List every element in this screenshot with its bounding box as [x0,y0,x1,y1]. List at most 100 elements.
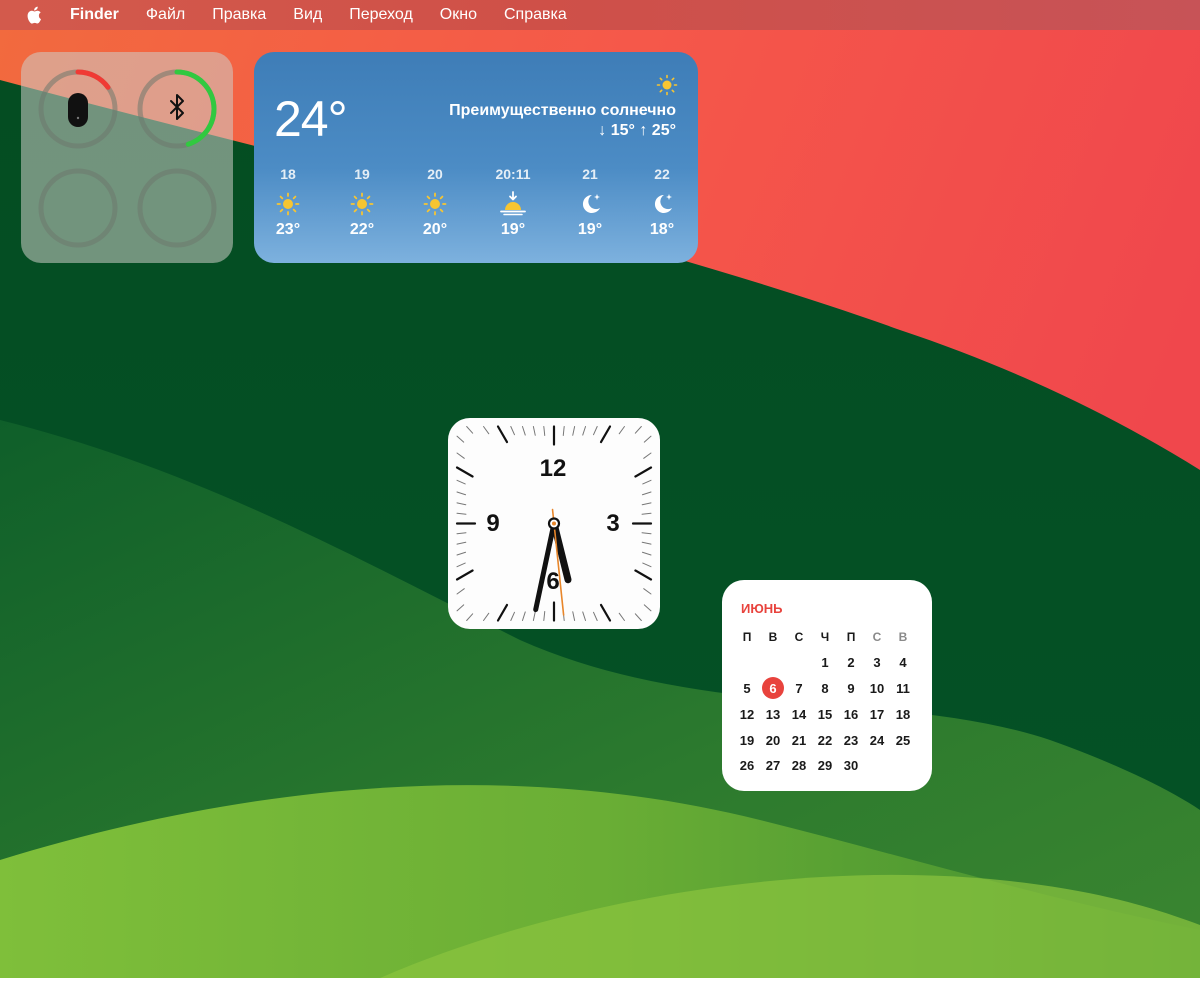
calendar-empty-cell [760,650,786,676]
calendar-day: 3 [873,655,881,671]
clock-numeral-3: 3 [606,510,619,537]
clock-minute-tick [593,611,598,621]
menu-help[interactable]: Справка [504,6,567,24]
calendar-day: 5 [743,680,751,696]
battery-ring [137,168,217,248]
apple-logo-icon-graphic [27,6,41,24]
battery-track [38,168,118,248]
hourly-time: 22 [654,166,670,182]
hourly-forecast-item: 20 20° [400,166,470,239]
sun-icon [656,74,678,96]
clock-minute-tick [466,613,474,621]
hourly-time: 20:11 [495,166,531,182]
batteries-widget[interactable] [21,52,233,263]
clock-face: 12 3 6 9 [455,425,653,622]
calendar-day: 19 [739,732,755,748]
calendar-day: 21 [791,732,807,748]
hourly-forecast-item: 18 23° [254,166,323,239]
clock-minute-tick [641,541,652,545]
calendar-today-marker: 6 [762,677,784,700]
battery-slot-empty-1 [36,166,120,250]
calendar-grid: П В С Ч П С В 1 2 3 4 5 6 7 8 9 10 11 12 13 14 15 16 17 18 19 20 21… [734,624,916,779]
clock-minute-tick [456,604,465,612]
clock-minute-tick [572,611,576,621]
moon-glyph [582,194,600,213]
calendar-day: 4 [899,655,907,671]
sun-icon [349,191,375,217]
hourly-forecast-item: 19 22° [327,166,397,239]
menu-file[interactable]: Файл [146,6,185,24]
calendar-day: 22 [817,732,833,748]
calendar-empty-cell [786,650,812,676]
clock-minute-tick [582,611,587,621]
clock-minute-tick [483,612,490,621]
clock-minute-tick [510,426,515,436]
hourly-forecast-item: 20:11 19° [478,166,548,239]
clock-minute-tick [642,562,652,568]
sunset-icon [500,191,526,217]
calendar-widget[interactable]: ИЮНЬ П В С Ч П С В 1 2 3 4 5 6 7 8 9 10 11 12 13 14 15 16 17 18 1… [722,580,932,791]
clock-minute-tick [618,612,625,621]
menu-bar: Finder Файл Правка Вид Переход Окно Спра… [0,0,1200,30]
clock-minute-tick [456,551,467,556]
clock-widget[interactable]: 12 3 6 9 [448,418,660,629]
calendar-month-label: ИЮНЬ [741,601,783,616]
weather-widget[interactable]: 24° Преимущественно солнечно ↓ 15° ↑ 25°… [254,52,698,263]
clock-hour-tick [599,425,612,444]
clock-minute-tick [582,426,587,436]
calendar-day: 2 [847,655,855,671]
calendar-weekday: П [846,629,856,644]
calendar-weekday: С [794,629,804,644]
calendar-day: 24 [869,732,885,748]
battery-slot-empty-2 [135,166,219,250]
hourly-forecast-item: 21 19° [555,166,625,239]
clock-minute-tick [572,426,576,436]
calendar-day: 26 [739,758,755,774]
clock-minute-tick [642,479,652,485]
menu-finder[interactable]: Finder [70,6,119,24]
clock-minute-tick [521,426,526,436]
clock-minute-tick [618,426,625,435]
sunset-glyph [500,191,526,216]
clock-minute-tick [643,588,652,595]
menu-edit[interactable]: Правка [212,6,266,24]
calendar-weekday: В [898,629,908,644]
hourly-temp: 23° [275,221,301,238]
sun-glyph [350,192,374,216]
calendar-day: 15 [817,706,833,722]
battery-slot-mouse [36,67,120,151]
clock-hour-tick [634,569,653,581]
clock-hour-tick [496,425,509,444]
clock-minute-tick [466,426,474,434]
menu-go[interactable]: Переход [349,6,413,24]
sun-icon [275,191,301,217]
clock-minute-tick [643,452,652,459]
calendar-empty-cell [734,650,760,676]
calendar-day: 12 [739,706,755,722]
calendar-today: 6 [760,676,786,702]
clock-minute-tick [543,426,546,436]
hourly-temp: 22° [349,221,375,238]
calendar-day: 17 [869,706,885,722]
clock-minute-tick [456,532,467,535]
hourly-temp: 18° [649,221,675,238]
calendar-day: 27 [765,758,781,774]
calendar-day: 16 [843,706,859,722]
menu-view[interactable]: Вид [293,6,322,24]
clock-numeral-6: 6 [546,568,559,595]
calendar-weekday: П [742,629,752,644]
clock-minute-tick [521,611,526,621]
hourly-time: 18 [280,166,296,182]
clock-minute-tick [456,491,467,496]
menu-window[interactable]: Окно [440,6,477,24]
calendar-day: 18 [895,706,911,722]
calendar-day: 7 [795,680,803,696]
current-temperature: 24° [274,91,348,147]
hourly-time: 19 [354,166,370,182]
weather-condition: Преимущественно солнечно [449,102,676,119]
clock-minute-tick [483,426,490,435]
apple-logo-icon[interactable] [26,4,46,26]
clock-minute-tick [634,613,642,621]
hourly-time: 21 [582,166,598,182]
clock-minute-tick [456,502,467,506]
